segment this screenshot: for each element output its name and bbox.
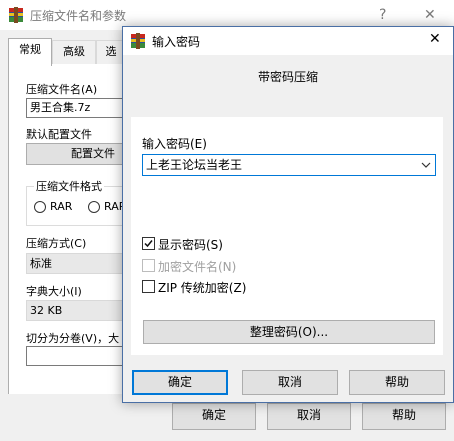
dialog-cancel-button[interactable]: 取消 bbox=[242, 370, 338, 395]
dialog-help-button[interactable]: 帮助 bbox=[349, 370, 445, 395]
password-combobox[interactable]: 上老王论坛当老王 bbox=[142, 154, 436, 176]
back-help-button[interactable]: 帮助 bbox=[362, 403, 446, 430]
dialog-title: 输入密码 bbox=[152, 35, 201, 49]
back-ok-button[interactable]: 确定 bbox=[172, 403, 256, 430]
format-rar5-radio[interactable] bbox=[88, 201, 100, 213]
encrypt-names-checkbox[interactable] bbox=[142, 259, 155, 272]
split-label: 切分为分卷(V)，大 bbox=[26, 332, 120, 345]
help-icon[interactable]: ? bbox=[379, 7, 386, 23]
zip-legacy-label: ZIP 传统加密(Z) bbox=[158, 281, 247, 295]
dialog-close-icon[interactable]: ✕ bbox=[429, 31, 441, 47]
password-dialog: 输入密码 ✕ 带密码压缩 输入密码(E) 上老王论坛当老王 显示密码(S) 加密… bbox=[122, 26, 454, 403]
organize-passwords-button[interactable]: 整理密码(O)... bbox=[143, 320, 435, 344]
archive-name-input[interactable]: 男王合集.7z bbox=[26, 98, 126, 118]
dialog-ok-button[interactable]: 确定 bbox=[132, 370, 228, 395]
dialog-title-bar: 输入密码 ✕ bbox=[123, 27, 453, 55]
tab-advanced[interactable]: 高级 bbox=[52, 40, 96, 64]
show-password-label: 显示密码(S) bbox=[158, 238, 223, 252]
split-input[interactable] bbox=[26, 346, 126, 366]
zip-legacy-checkbox[interactable] bbox=[142, 280, 155, 293]
tab-general[interactable]: 常规 bbox=[8, 38, 52, 66]
dialog-heading: 带密码压缩 bbox=[257, 70, 318, 84]
format-rar-label: RAR bbox=[50, 200, 73, 213]
format-group-label: 压缩文件格式 bbox=[34, 178, 104, 194]
dict-label: 字典大小(I) bbox=[26, 285, 82, 298]
show-password-checkbox[interactable] bbox=[142, 237, 155, 250]
chevron-down-icon[interactable] bbox=[421, 155, 431, 181]
format-rar-radio[interactable] bbox=[34, 201, 46, 213]
password-panel: 输入密码(E) 上老王论坛当老王 显示密码(S) 加密文件名(N) ZIP 传统… bbox=[131, 117, 443, 355]
method-select[interactable]: 标准 bbox=[26, 253, 126, 274]
password-value: 上老王论坛当老王 bbox=[146, 158, 243, 172]
default-profile-label: 默认配置文件 bbox=[26, 128, 92, 141]
archive-name-label: 压缩文件名(A) bbox=[26, 83, 98, 96]
winrar-icon bbox=[8, 7, 24, 23]
password-label: 输入密码(E) bbox=[142, 137, 207, 151]
method-label: 压缩方式(C) bbox=[26, 237, 87, 250]
back-cancel-button[interactable]: 取消 bbox=[267, 403, 351, 430]
profile-button[interactable]: 配置文件 bbox=[26, 143, 126, 165]
encrypt-names-label: 加密文件名(N) bbox=[158, 260, 237, 274]
winrar-icon bbox=[130, 33, 146, 49]
close-icon[interactable]: ✕ bbox=[424, 7, 436, 23]
dict-select[interactable]: 32 KB bbox=[26, 300, 126, 321]
back-window-title: 压缩文件名和参数 bbox=[30, 9, 127, 23]
